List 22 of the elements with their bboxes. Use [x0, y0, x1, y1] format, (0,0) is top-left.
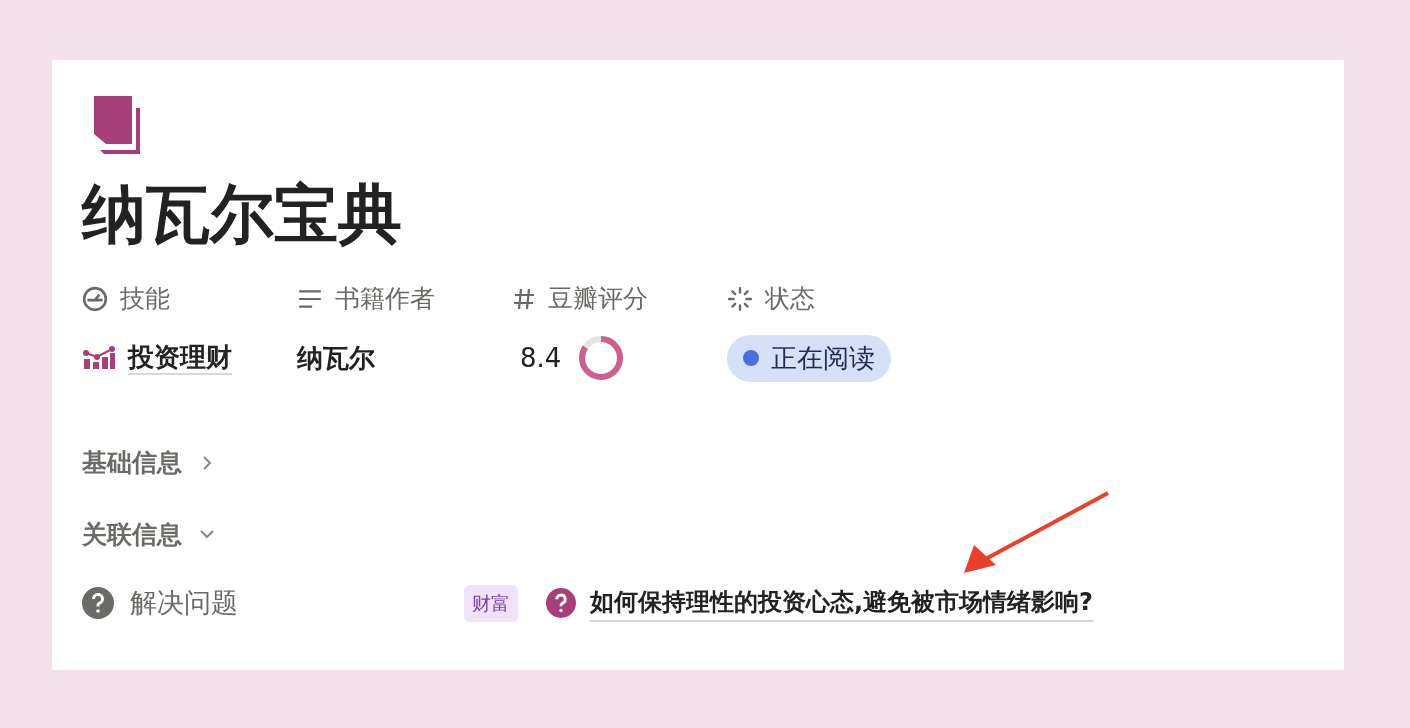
- loading-icon: [727, 286, 753, 312]
- hash-icon: [512, 287, 536, 311]
- relation-link[interactable]: 投资理财: [128, 340, 232, 376]
- section-toggle[interactable]: 基础信息: [82, 444, 216, 482]
- rating-value: 8.4: [520, 341, 562, 375]
- property-label: 解决问题: [130, 586, 238, 620]
- page-title: 纳瓦尔宝典: [82, 182, 403, 246]
- status-label: 正在阅读: [771, 341, 875, 375]
- relation-link[interactable]: 如何保持理性的投资心态,避免被市场情绪影响?: [590, 584, 1094, 623]
- property-label: 书籍作者: [335, 283, 435, 316]
- property-label: 豆瓣评分: [548, 283, 648, 316]
- rating-ring: [577, 334, 626, 382]
- gauge-icon: [82, 286, 108, 312]
- author-value: 纳瓦尔: [297, 341, 375, 375]
- help-icon: [546, 588, 576, 619]
- section-toggle[interactable]: 关联信息: [82, 515, 216, 553]
- text-lines-icon: [297, 288, 323, 310]
- property-label: 技能: [120, 283, 170, 316]
- help-icon: [82, 587, 114, 620]
- property-label: 状态: [765, 283, 815, 316]
- tag: 财富: [464, 585, 518, 622]
- chart-icon: [82, 345, 116, 371]
